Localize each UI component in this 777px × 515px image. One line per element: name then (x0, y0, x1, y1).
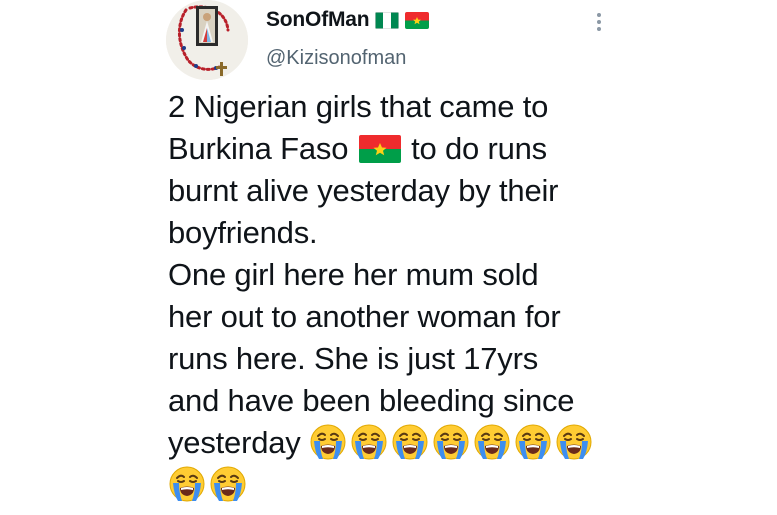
burkina-faso-flag-icon (358, 132, 401, 163)
tweet-line: boyfriends. (168, 215, 318, 250)
tweet-line: 2 Nigerian girls that came to (168, 89, 549, 124)
tweet[interactable]: SonOfMan @Kizisonofman 2 Nigerian girls … (0, 0, 777, 515)
tweet-line: and have been bleeding since (168, 383, 575, 418)
tweet-line: her out to another woman for (168, 299, 561, 334)
burkina-faso-flag-icon (405, 11, 430, 29)
crying-face-icon (514, 423, 552, 461)
crying-face-icon (209, 465, 247, 503)
tweet-line: Burkina Faso to do runs (168, 128, 618, 170)
tweet-line: yesterday (168, 422, 618, 464)
author-handle[interactable]: @Kizisonofman (266, 47, 406, 70)
tweet-text-segment: yesterday (168, 425, 301, 460)
crying-face-icon (432, 423, 470, 461)
crying-face-icon (350, 423, 388, 461)
crying-face-icon (555, 423, 593, 461)
tweet-line: burnt alive yesterday by their (168, 173, 559, 208)
tweet-text-segment: to do runs (411, 131, 547, 166)
crying-face-icon (309, 423, 347, 461)
tweet-line: runs here. She is just 17yrs (168, 341, 539, 376)
display-name[interactable]: SonOfMan (266, 8, 370, 32)
tweet-line: One girl here her mum sold (168, 257, 539, 292)
author-row: SonOfMan (266, 8, 430, 32)
crying-face-icon (473, 423, 511, 461)
more-options-icon[interactable] (590, 12, 608, 34)
avatar-image (166, 0, 248, 80)
tweet-text: 2 Nigerian girls that came to Burkina Fa… (168, 86, 618, 506)
nigeria-flag-icon (375, 11, 400, 29)
crying-face-icon (168, 465, 206, 503)
crying-face-icon (391, 423, 429, 461)
tweet-text-segment: Burkina Faso (168, 131, 349, 166)
avatar[interactable] (166, 0, 248, 80)
tweet-line (168, 464, 618, 506)
